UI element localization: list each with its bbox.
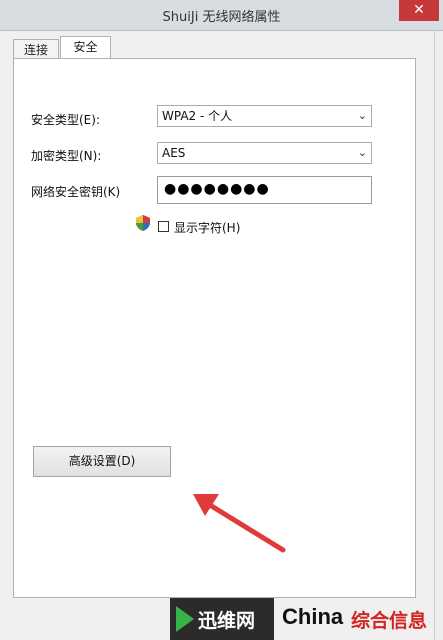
advanced-settings-button[interactable]: 高级设置(D) — [33, 446, 171, 477]
encryption-type-select[interactable]: AES ⌄ — [157, 142, 372, 164]
network-key-input[interactable]: ●●●●●●●● — [157, 176, 372, 204]
red-arrow-annotation — [193, 494, 286, 553]
watermark-brand-cn: 迅维网 — [198, 610, 256, 632]
watermark-brand-info: 综合信息 — [351, 610, 428, 632]
encryption-type-value: AES — [162, 146, 186, 160]
network-key-label: 网络安全密钥(K) — [31, 185, 121, 199]
window-titlebar: ShuiJi 无线网络属性 ✕ — [0, 0, 443, 31]
security-type-select[interactable]: WPA2 - 个人 ⌄ — [157, 105, 372, 127]
close-button[interactable]: ✕ — [399, 0, 439, 21]
uac-shield-icon — [136, 215, 150, 231]
show-characters-checkbox[interactable] — [158, 221, 169, 232]
close-icon: ✕ — [413, 2, 425, 18]
watermark-brand-en: China — [282, 604, 344, 629]
security-type-value: WPA2 - 个人 — [162, 109, 233, 123]
watermark-logo: 迅维网 China 综合信息 — [170, 598, 443, 640]
tab-connection[interactable]: 连接 — [13, 39, 59, 59]
chevron-down-icon: ⌄ — [357, 146, 367, 159]
encryption-type-label: 加密类型(N): — [31, 149, 102, 163]
background-window-edge — [434, 31, 443, 640]
window-title: ShuiJi 无线网络属性 — [162, 10, 281, 25]
tab-security[interactable]: 安全 — [60, 36, 111, 58]
show-characters-label: 显示字符(H) — [174, 221, 241, 235]
chevron-down-icon: ⌄ — [357, 109, 367, 122]
security-type-label: 安全类型(E): — [31, 113, 100, 127]
watermark-dark-box: 迅维网 — [170, 598, 274, 640]
play-icon — [176, 606, 194, 632]
